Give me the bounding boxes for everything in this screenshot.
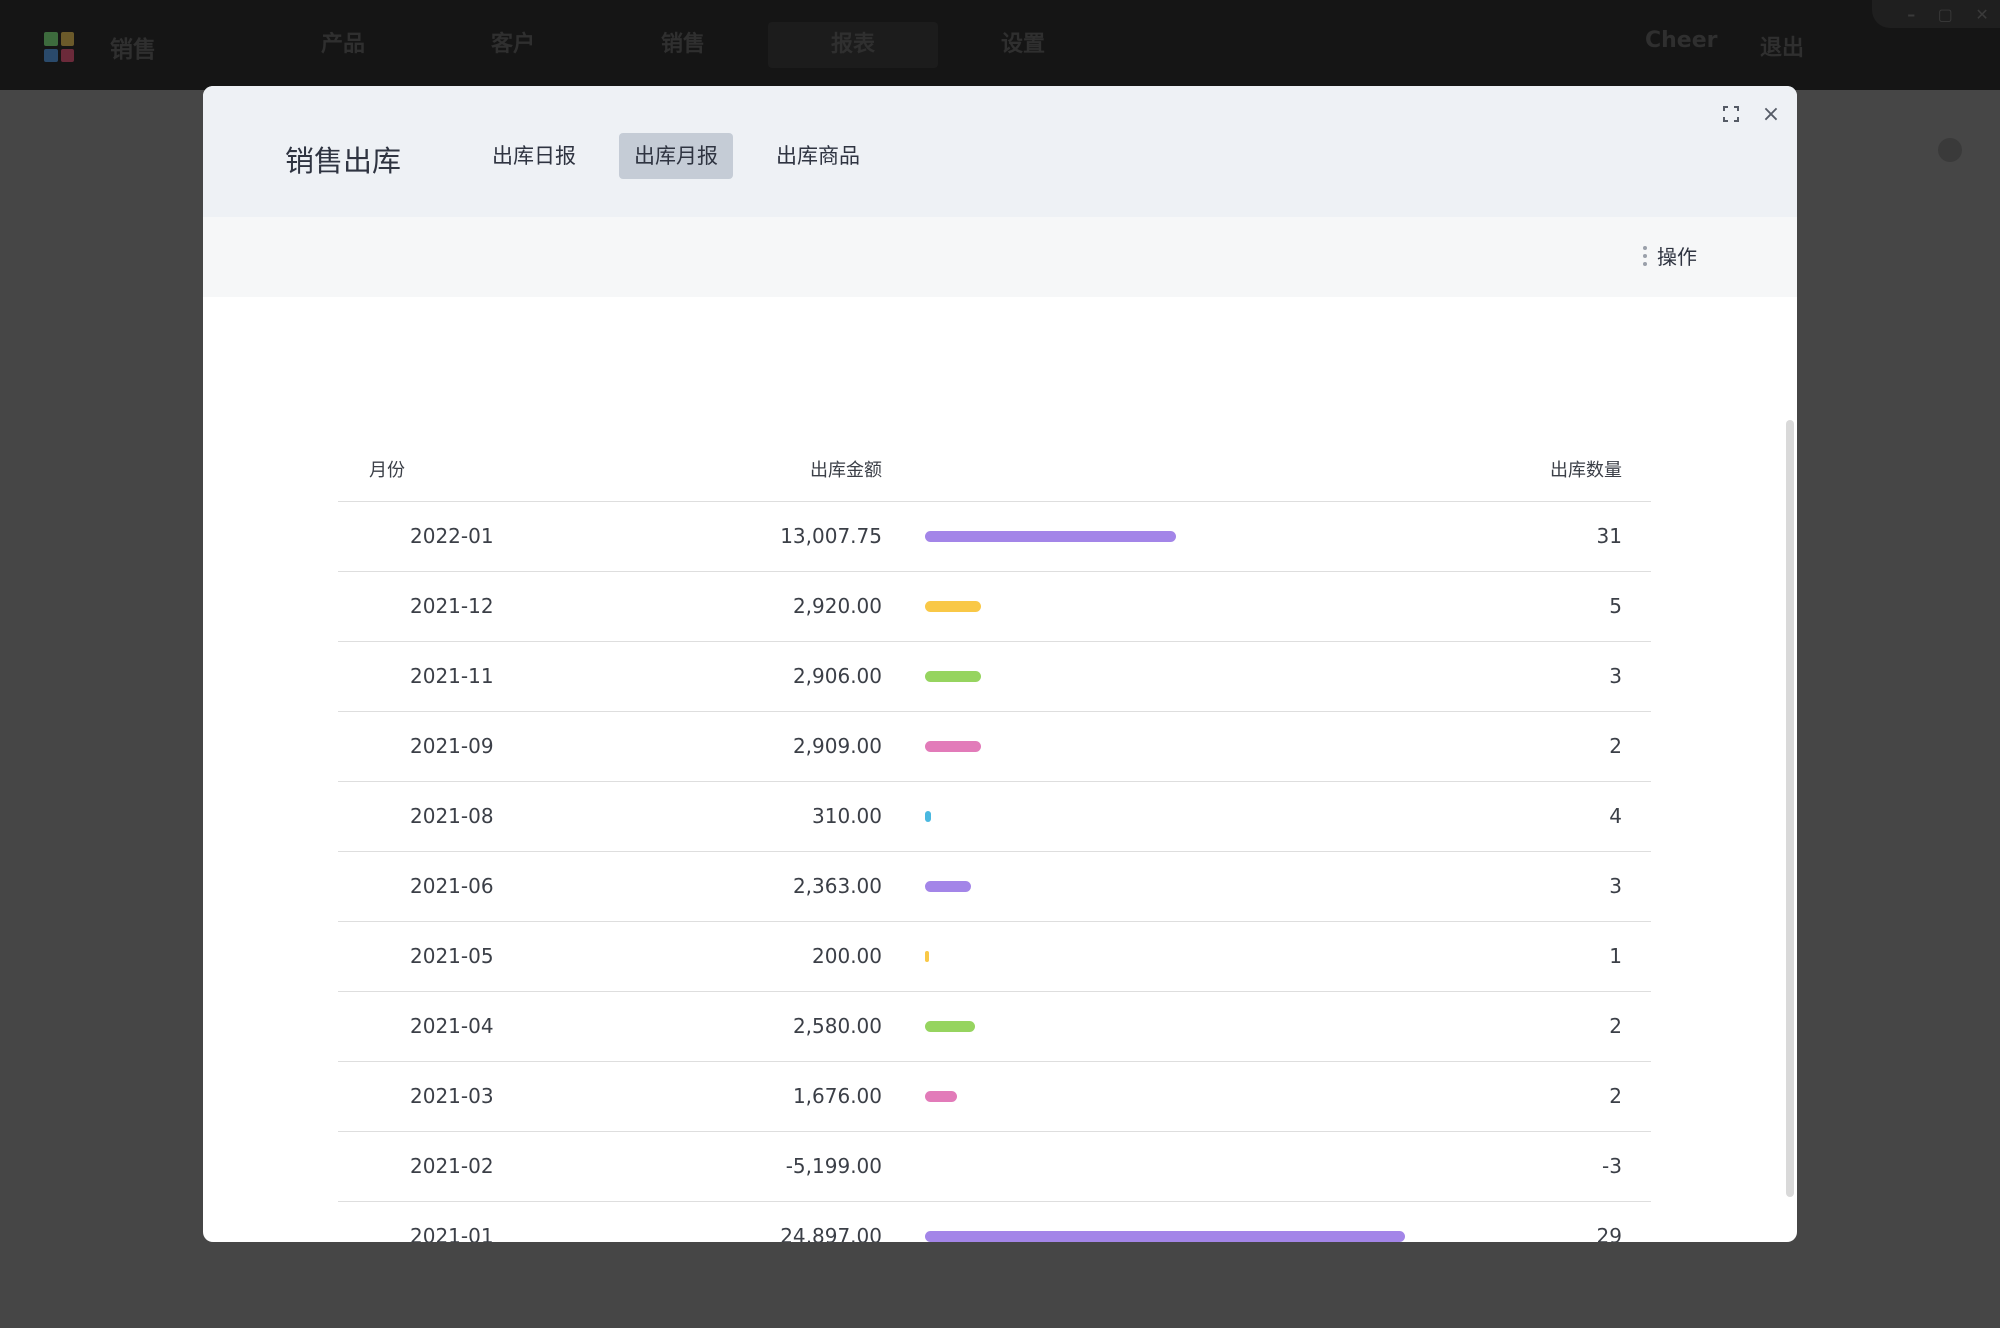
- amount-bar-track: [925, 671, 1405, 682]
- cell-amount: 2,920.00: [792, 594, 882, 618]
- cell-qty: 3: [1609, 874, 1622, 898]
- cell-qty: 2: [1609, 1014, 1622, 1038]
- amount-bar: [925, 1021, 975, 1032]
- action-label: 操作: [1657, 245, 1697, 269]
- amount-bar: [925, 671, 982, 682]
- amount-bar-track: [925, 811, 1405, 822]
- cell-amount: -5,199.00: [785, 1154, 882, 1178]
- amount-bar: [925, 881, 971, 892]
- table-row[interactable]: 2021-05 200.00 1: [338, 922, 1651, 992]
- amount-bar-track: [925, 881, 1405, 892]
- cell-month: 2021-08: [410, 804, 494, 828]
- modal-header: 销售出库 出库日报 出库月报 出库商品 ×: [203, 86, 1797, 217]
- app-logout-button[interactable]: 退出: [1760, 30, 1804, 62]
- cell-qty: 4: [1609, 804, 1622, 828]
- cell-month: 2021-04: [410, 1014, 494, 1038]
- table-row[interactable]: 2021-06 2,363.00 3: [338, 852, 1651, 922]
- app-topbar: 销售 产品 客户 销售 报表 设置 Cheer 退出 – ▢ ✕: [0, 0, 2000, 90]
- app-logo-icon: [44, 32, 74, 62]
- amount-bar-track: [925, 741, 1405, 752]
- amount-bar-track: [925, 1231, 1405, 1242]
- minimize-icon[interactable]: –: [1907, 5, 1915, 24]
- amount-bar: [925, 1231, 1405, 1242]
- amount-bar-track: [925, 1091, 1405, 1102]
- app-user-name[interactable]: Cheer: [1645, 28, 1718, 53]
- close-icon[interactable]: ×: [1757, 100, 1785, 128]
- cell-month: 2021-05: [410, 944, 494, 968]
- table-row[interactable]: 2021-09 2,909.00 2: [338, 712, 1651, 782]
- table-row[interactable]: 2022-01 13,007.75 31: [338, 502, 1651, 572]
- cell-amount: 310.00: [812, 804, 882, 828]
- sales-outbound-modal: 销售出库 出库日报 出库月报 出库商品 × 操作 月份 出库金额 出库数量 2022…: [203, 86, 1797, 1242]
- amount-bar: [925, 531, 1176, 542]
- cell-month: 2021-02: [410, 1154, 494, 1178]
- cell-qty: 5: [1609, 594, 1622, 618]
- cell-qty: 2: [1609, 1084, 1622, 1108]
- app-nav-item[interactable]: 销售: [598, 22, 768, 68]
- tab-1[interactable]: 出库月报: [619, 133, 733, 179]
- cell-amount: 24,897.00: [780, 1224, 882, 1242]
- table-row[interactable]: 2021-12 2,920.00 5: [338, 572, 1651, 642]
- cell-month: 2021-11: [410, 664, 494, 688]
- tab-2[interactable]: 出库商品: [761, 133, 875, 179]
- table-row[interactable]: 2021-01 24,897.00 29: [338, 1202, 1651, 1242]
- cell-amount: 200.00: [812, 944, 882, 968]
- amount-bar-track: [925, 531, 1405, 542]
- cell-month: 2021-01: [410, 1224, 494, 1242]
- table-row[interactable]: 2021-04 2,580.00 2: [338, 992, 1651, 1062]
- amount-bar-track: [925, 1021, 1405, 1032]
- cell-qty: 31: [1596, 524, 1622, 548]
- amount-bar-track: [925, 951, 1405, 962]
- amount-bar: [925, 811, 931, 822]
- app-nav-item[interactable]: 产品: [258, 22, 428, 68]
- amount-bar: [925, 951, 929, 962]
- table-row[interactable]: 2021-08 310.00 4: [338, 782, 1651, 852]
- amount-bar-track: [925, 601, 1405, 612]
- table-row[interactable]: 2021-02 -5,199.00 -3: [338, 1132, 1651, 1202]
- cell-qty: 1: [1609, 944, 1622, 968]
- cell-qty: 29: [1596, 1224, 1622, 1242]
- header-amount[interactable]: 出库金额: [810, 456, 882, 482]
- cell-amount: 2,363.00: [792, 874, 882, 898]
- action-button[interactable]: 操作: [1643, 241, 1697, 270]
- amount-bar: [925, 1091, 958, 1102]
- app-brand: 销售: [110, 37, 156, 63]
- fullscreen-icon[interactable]: [1717, 100, 1745, 128]
- close-window-icon[interactable]: ✕: [1975, 5, 1988, 24]
- cell-month: 2022-01: [410, 524, 494, 548]
- cell-amount: 2,909.00: [792, 734, 882, 758]
- table-row[interactable]: 2021-11 2,906.00 3: [338, 642, 1651, 712]
- app-nav: 产品 客户 销售 报表 设置: [258, 22, 1108, 68]
- cell-amount: 2,906.00: [792, 664, 882, 688]
- cell-month: 2021-12: [410, 594, 494, 618]
- modal-tabs: 出库日报 出库月报 出库商品: [477, 133, 875, 179]
- cell-amount: 2,580.00: [792, 1014, 882, 1038]
- tab-0[interactable]: 出库日报: [477, 133, 591, 179]
- background-indicator: [1938, 138, 1962, 162]
- cell-qty: -3: [1602, 1154, 1622, 1178]
- cell-qty: 3: [1609, 664, 1622, 688]
- header-month[interactable]: 月份: [369, 456, 405, 482]
- cell-qty: 2: [1609, 734, 1622, 758]
- cell-month: 2021-03: [410, 1084, 494, 1108]
- more-vertical-icon: [1643, 245, 1647, 266]
- header-qty[interactable]: 出库数量: [1550, 456, 1622, 482]
- modal-title: 销售出库: [285, 144, 402, 178]
- amount-bar: [925, 601, 982, 612]
- amount-bar-track: [925, 1161, 1405, 1172]
- table-row[interactable]: 2021-03 1,676.00 2: [338, 1062, 1651, 1132]
- window-controls: – ▢ ✕: [1872, 0, 2000, 28]
- app-nav-item[interactable]: 设置: [938, 22, 1108, 68]
- cell-amount: 13,007.75: [780, 524, 882, 548]
- amount-bar: [925, 741, 982, 752]
- app-nav-item[interactable]: 客户: [428, 22, 598, 68]
- maximize-icon[interactable]: ▢: [1938, 5, 1953, 24]
- cell-month: 2021-09: [410, 734, 494, 758]
- cell-amount: 1,676.00: [792, 1084, 882, 1108]
- toolbar: 操作: [203, 217, 1797, 297]
- app-nav-item[interactable]: 报表: [768, 22, 938, 68]
- table-header: 月份 出库金额 出库数量: [338, 436, 1651, 502]
- cell-month: 2021-06: [410, 874, 494, 898]
- scrollbar[interactable]: [1786, 420, 1794, 1197]
